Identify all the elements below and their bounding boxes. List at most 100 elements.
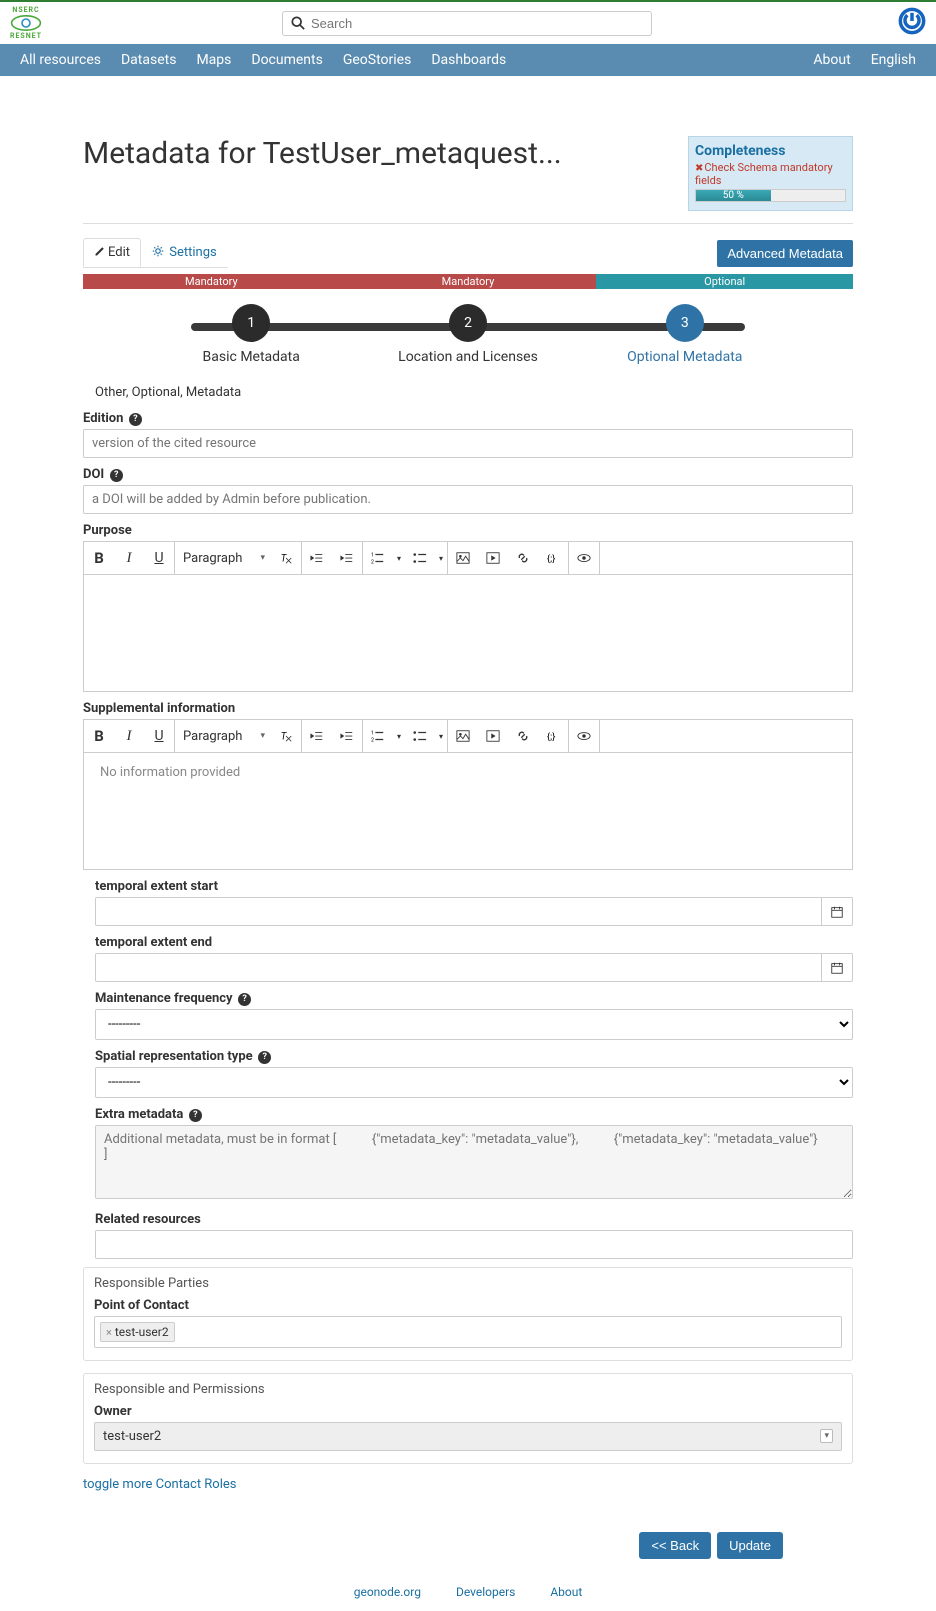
ordered-list-icon: 12: [371, 729, 385, 743]
doi-input[interactable]: [83, 485, 853, 514]
outdent-button[interactable]: [302, 542, 332, 574]
extra-metadata-input[interactable]: [95, 1125, 853, 1199]
poc-input[interactable]: × test-user2: [94, 1316, 842, 1348]
paragraph-select[interactable]: Paragraph: [175, 729, 271, 744]
power-button[interactable]: [898, 7, 926, 39]
clear-format-button[interactable]: T: [271, 542, 301, 574]
unordered-list-dropdown[interactable]: ▾: [435, 720, 447, 752]
footer-geonode[interactable]: geonode.org: [354, 1585, 421, 1599]
maintenance-select[interactable]: ---------: [95, 1009, 853, 1040]
nav-about[interactable]: About: [803, 44, 860, 76]
link-button[interactable]: [508, 720, 538, 752]
video-button[interactable]: [478, 542, 508, 574]
italic-button[interactable]: I: [114, 720, 144, 752]
help-icon[interactable]: ?: [238, 993, 251, 1006]
image-button[interactable]: [448, 720, 478, 752]
nav-datasets[interactable]: Datasets: [111, 44, 186, 76]
bold-button[interactable]: B: [84, 720, 114, 752]
wizard-step-3[interactable]: 3: [669, 307, 701, 339]
footer-links: geonode.org Developers About: [0, 1579, 936, 1611]
edition-input[interactable]: [83, 429, 853, 458]
unordered-list-dropdown[interactable]: ▾: [435, 542, 447, 574]
page-title: Metadata for TestUser_metaquest...: [83, 136, 688, 171]
nav-all-resources[interactable]: All resources: [10, 44, 111, 76]
bold-button[interactable]: B: [84, 542, 114, 574]
progress-value: 50 %: [696, 190, 771, 201]
code-button[interactable]: {;}: [538, 720, 568, 752]
clear-format-button[interactable]: T: [271, 720, 301, 752]
temporal-start-label: temporal extent start: [95, 879, 218, 894]
help-icon[interactable]: ?: [129, 413, 142, 426]
permissions-panel: Responsible and Permissions Owner test-u…: [83, 1373, 853, 1464]
calendar-icon: [830, 961, 844, 975]
indent-button[interactable]: [332, 720, 362, 752]
indent-button[interactable]: [332, 542, 362, 574]
help-icon[interactable]: ?: [189, 1109, 202, 1122]
preview-button[interactable]: [569, 720, 599, 752]
main-nav: All resources Datasets Maps Documents Ge…: [0, 44, 936, 76]
nav-maps[interactable]: Maps: [186, 44, 241, 76]
eye-icon: [577, 551, 591, 565]
permissions-title: Responsible and Permissions: [94, 1382, 842, 1397]
nav-documents[interactable]: Documents: [241, 44, 332, 76]
owner-label: Owner: [94, 1404, 132, 1419]
search-box[interactable]: [282, 11, 652, 36]
calendar-button[interactable]: [822, 897, 853, 926]
ordered-list-button[interactable]: 12: [363, 720, 393, 752]
unordered-list-icon: [413, 551, 427, 565]
temporal-start-input[interactable]: [95, 897, 822, 926]
search-input[interactable]: [311, 16, 643, 31]
help-icon[interactable]: ?: [110, 469, 123, 482]
svg-text:1: 1: [371, 552, 374, 558]
clear-format-icon: T: [279, 551, 293, 565]
video-button[interactable]: [478, 720, 508, 752]
footer-developers[interactable]: Developers: [456, 1585, 515, 1599]
code-button[interactable]: {;}: [538, 542, 568, 574]
spatial-select[interactable]: ---------: [95, 1067, 853, 1098]
gear-icon: [152, 245, 164, 257]
purpose-body[interactable]: [84, 575, 852, 691]
tab-settings[interactable]: Settings: [141, 238, 228, 267]
site-logo[interactable]: NSERC RESNET: [10, 6, 42, 40]
tab-edit[interactable]: Edit: [83, 238, 141, 267]
wizard-steps: 1 Basic Metadata 2 Location and Licenses…: [83, 307, 853, 377]
link-icon: [516, 729, 530, 743]
back-button[interactable]: << Back: [639, 1532, 711, 1559]
toggle-contact-roles-link[interactable]: toggle more Contact Roles: [83, 1477, 237, 1492]
paragraph-select[interactable]: Paragraph: [175, 551, 271, 566]
wizard-label-2: Location and Licenses: [398, 349, 538, 365]
help-icon[interactable]: ?: [258, 1051, 271, 1064]
wizard-step-1[interactable]: 1: [235, 307, 267, 339]
remove-tag-button[interactable]: ×: [106, 1326, 112, 1339]
update-button[interactable]: Update: [717, 1532, 783, 1559]
image-button[interactable]: [448, 542, 478, 574]
nav-language[interactable]: English: [861, 44, 926, 76]
ordered-list-dropdown[interactable]: ▾: [393, 542, 405, 574]
eye-icon: [10, 14, 42, 32]
unordered-list-button[interactable]: [405, 720, 435, 752]
owner-select[interactable]: test-user2: [94, 1422, 842, 1451]
footer-about[interactable]: About: [550, 1585, 582, 1599]
temporal-end-input[interactable]: [95, 953, 822, 982]
advanced-metadata-button[interactable]: Advanced Metadata: [717, 240, 853, 267]
outdent-button[interactable]: [302, 720, 332, 752]
related-input[interactable]: [95, 1230, 853, 1259]
link-button[interactable]: [508, 542, 538, 574]
wizard-step-2[interactable]: 2: [452, 307, 484, 339]
doi-label: DOI: [83, 467, 104, 482]
search-icon: [291, 16, 305, 30]
supplemental-body[interactable]: No information provided: [84, 753, 852, 869]
indent-icon: [340, 551, 354, 565]
calendar-button[interactable]: [822, 953, 853, 982]
ordered-list-icon: 12: [371, 551, 385, 565]
italic-button[interactable]: I: [114, 542, 144, 574]
nav-geostories[interactable]: GeoStories: [333, 44, 421, 76]
preview-button[interactable]: [569, 542, 599, 574]
ordered-list-button[interactable]: 12: [363, 542, 393, 574]
unordered-list-button[interactable]: [405, 542, 435, 574]
underline-button[interactable]: U: [144, 542, 174, 574]
nav-dashboards[interactable]: Dashboards: [421, 44, 516, 76]
ordered-list-dropdown[interactable]: ▾: [393, 720, 405, 752]
section-mandatory-1: Mandatory: [83, 274, 340, 289]
underline-button[interactable]: U: [144, 720, 174, 752]
